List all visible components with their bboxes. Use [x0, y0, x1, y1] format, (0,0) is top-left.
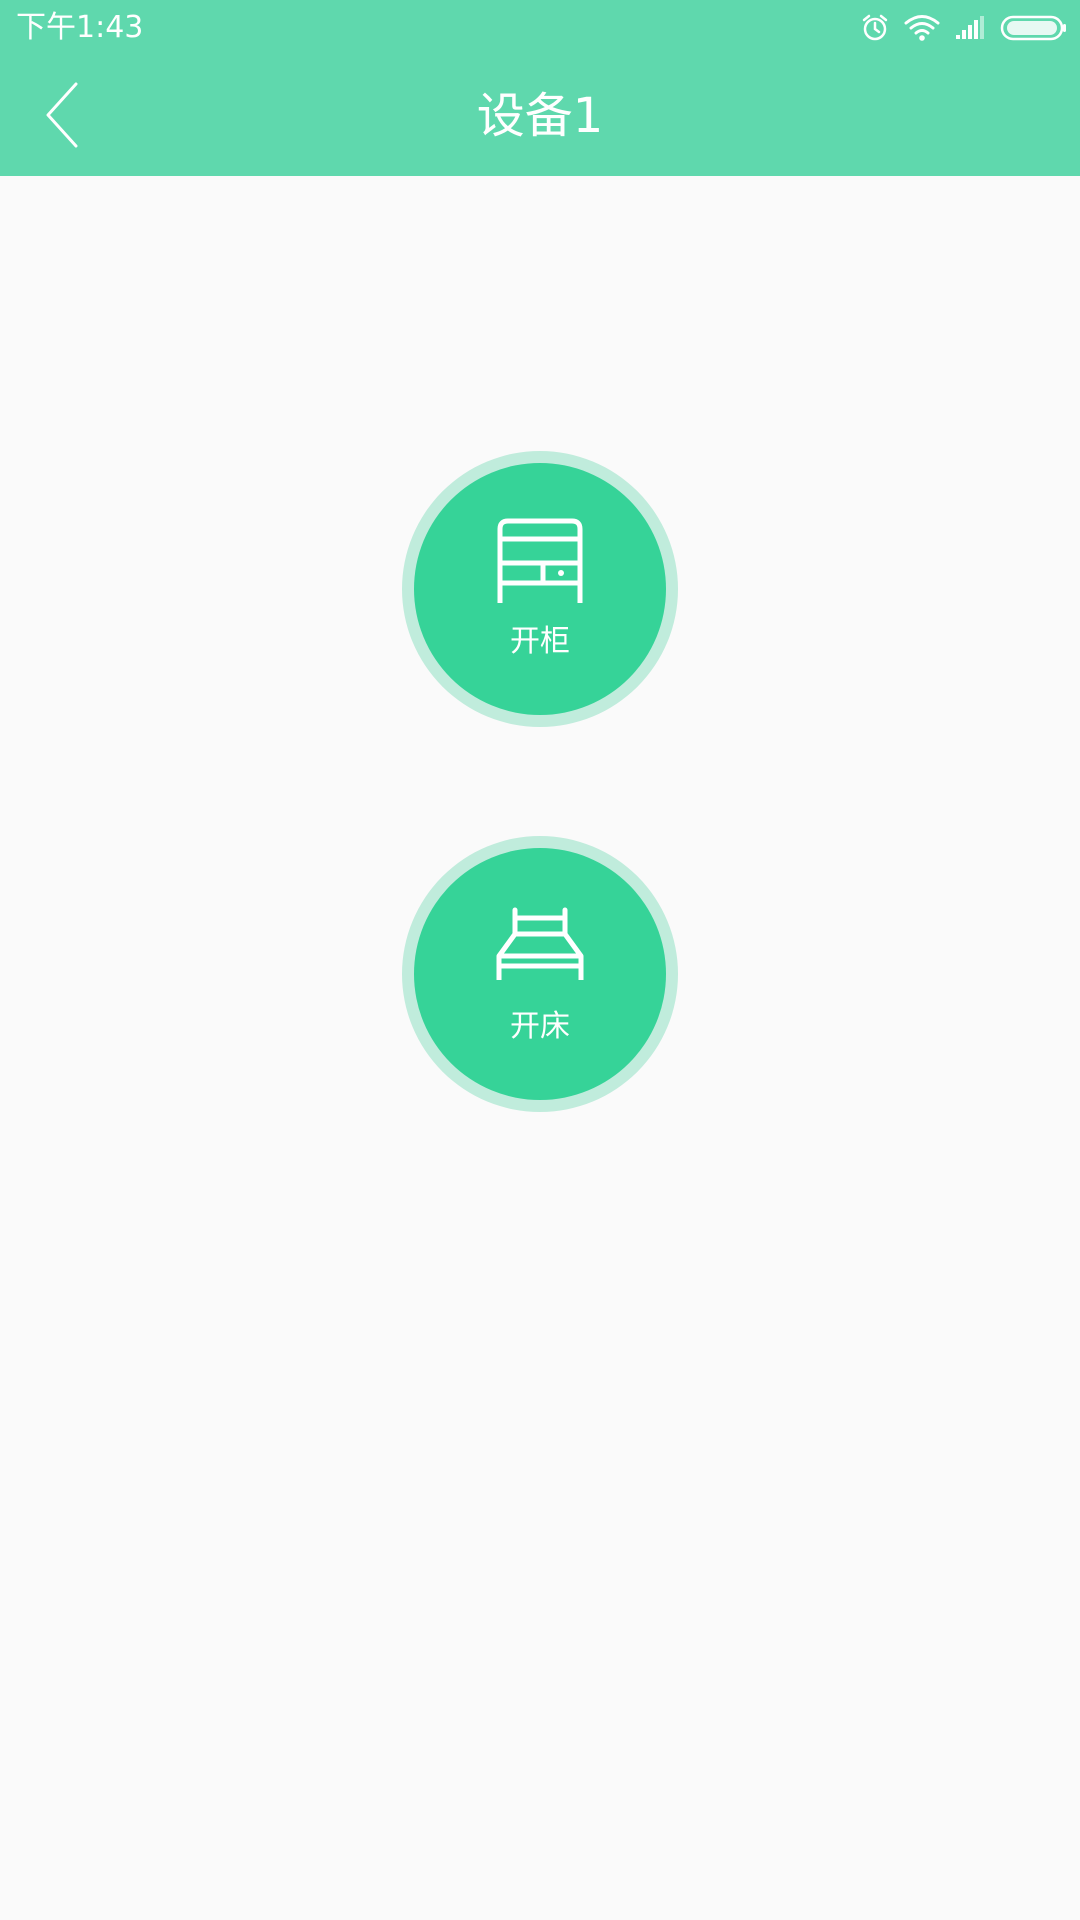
status-bar: 下午1:43 — [0, 0, 1080, 56]
open-bed-button[interactable]: 开床 — [402, 836, 678, 1112]
open-bed-label: 开床 — [510, 1009, 570, 1044]
header: 下午1:43 设备1 — [0, 0, 1080, 176]
open-cabinet-button[interactable]: 开柜 — [402, 451, 678, 727]
bed-icon — [495, 900, 585, 990]
app-screen: 下午1:43 设备1 开柜 开床 — [0, 0, 1080, 1920]
status-icons — [860, 10, 1068, 46]
nav-bar: 设备1 — [0, 56, 1080, 176]
open-cabinet-button-face: 开柜 — [414, 463, 666, 715]
page-title: 设备1 — [476, 88, 604, 144]
wifi-icon — [904, 14, 940, 42]
status-time: 下午1:43 — [16, 10, 144, 45]
battery-icon — [1000, 14, 1068, 42]
open-bed-button-face: 开床 — [414, 848, 666, 1100]
signal-icon — [954, 15, 986, 41]
alarm-icon — [860, 13, 890, 43]
open-cabinet-label: 开柜 — [510, 624, 570, 659]
cabinet-icon — [495, 515, 585, 605]
